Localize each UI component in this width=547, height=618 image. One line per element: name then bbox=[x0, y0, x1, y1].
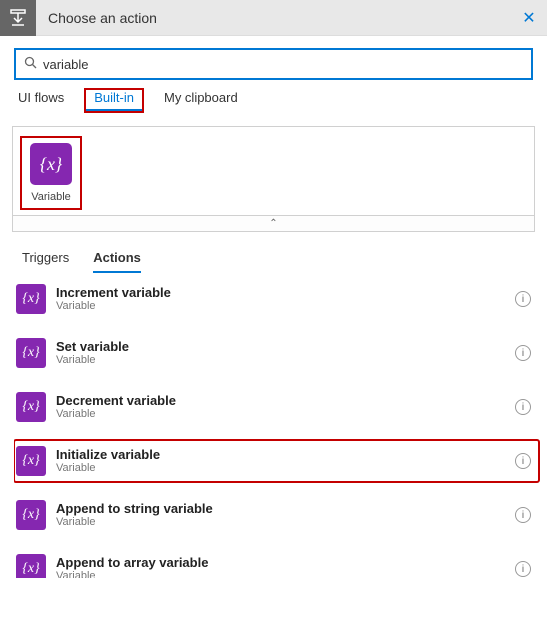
connector-tabs: UI flows Built-in My clipboard bbox=[0, 90, 547, 120]
info-icon[interactable]: i bbox=[515, 453, 531, 469]
action-item[interactable]: {x} Decrement variableVariable i bbox=[14, 386, 539, 428]
action-text: Initialize variableVariable bbox=[56, 447, 505, 476]
tab-my-clipboard[interactable]: My clipboard bbox=[164, 90, 238, 109]
connector-grid: {x} Variable bbox=[12, 126, 535, 216]
action-text: Set variableVariable bbox=[56, 339, 505, 368]
action-subtitle: Variable bbox=[56, 300, 505, 313]
action-subtitle: Variable bbox=[56, 462, 505, 475]
info-icon[interactable]: i bbox=[515, 561, 531, 577]
action-name: Set variable bbox=[56, 339, 505, 355]
action-name: Append to array variable bbox=[56, 555, 505, 571]
action-name: Decrement variable bbox=[56, 393, 505, 409]
connector-label: Variable bbox=[27, 191, 75, 203]
action-text: Append to array variableVariable bbox=[56, 555, 505, 578]
action-text: Decrement variableVariable bbox=[56, 393, 505, 422]
action-picker-icon bbox=[0, 0, 36, 36]
tab-actions[interactable]: Actions bbox=[93, 250, 141, 273]
variable-icon: {x} bbox=[30, 143, 72, 185]
info-icon[interactable]: i bbox=[515, 345, 531, 361]
action-name: Append to string variable bbox=[56, 501, 505, 517]
action-text: Increment variableVariable bbox=[56, 285, 505, 314]
action-item[interactable]: {x} Set variableVariable i bbox=[14, 332, 539, 374]
tab-ui-flows[interactable]: UI flows bbox=[18, 90, 64, 109]
tab-triggers[interactable]: Triggers bbox=[22, 250, 69, 271]
dialog-title: Choose an action bbox=[36, 10, 511, 26]
connector-variable[interactable]: {x} Variable bbox=[23, 139, 79, 207]
action-item[interactable]: {x} Append to string variableVariable i bbox=[14, 494, 539, 536]
action-subtitle: Variable bbox=[56, 570, 505, 578]
variable-icon: {x} bbox=[16, 392, 46, 422]
collapse-toggle[interactable]: ⌃ bbox=[12, 216, 535, 232]
action-item[interactable]: {x} Increment variableVariable i bbox=[14, 278, 539, 320]
info-icon[interactable]: i bbox=[515, 291, 531, 307]
action-list-container: {x}Increment variableVariablei{x}Set var… bbox=[14, 278, 543, 578]
dialog-header: Choose an action ✕ bbox=[0, 0, 547, 36]
search-input[interactable] bbox=[43, 57, 523, 72]
close-button[interactable]: ✕ bbox=[511, 0, 547, 36]
action-name: Initialize variable bbox=[56, 447, 505, 463]
action-list[interactable]: {x}Increment variableVariablei{x}Set var… bbox=[14, 278, 543, 578]
action-subtitle: Variable bbox=[56, 354, 505, 367]
variable-icon: {x} bbox=[16, 554, 46, 578]
search-box[interactable] bbox=[14, 48, 533, 80]
variable-icon: {x} bbox=[16, 446, 46, 476]
action-name: Increment variable bbox=[56, 285, 505, 301]
variable-icon: {x} bbox=[16, 500, 46, 530]
action-text: Append to string variableVariable bbox=[56, 501, 505, 530]
variable-icon: {x} bbox=[16, 284, 46, 314]
action-subtitle: Variable bbox=[56, 516, 505, 529]
info-icon[interactable]: i bbox=[515, 507, 531, 523]
info-icon[interactable]: i bbox=[515, 399, 531, 415]
action-item[interactable]: {x} Append to array variableVariable i bbox=[14, 548, 539, 578]
close-icon: ✕ bbox=[522, 8, 535, 28]
search-container bbox=[0, 36, 547, 90]
chevron-up-icon: ⌃ bbox=[269, 218, 277, 229]
action-subtitle: Variable bbox=[56, 408, 505, 421]
tab-built-in[interactable]: Built-in bbox=[86, 90, 142, 111]
action-item[interactable]: {x} Initialize variableVariable i bbox=[14, 440, 539, 482]
variable-icon: {x} bbox=[16, 338, 46, 368]
triggers-actions-tabs: Triggers Actions bbox=[0, 232, 547, 272]
search-icon bbox=[24, 56, 37, 72]
